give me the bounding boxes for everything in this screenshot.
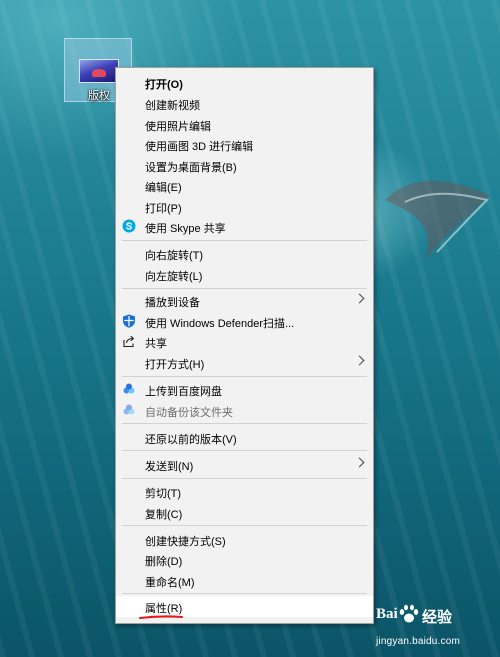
- menu-item-auto-backup-folder[interactable]: 自动备份该文件夹: [116, 400, 373, 421]
- watermark-brand-cn: 经验: [422, 609, 453, 626]
- menu-item-cut[interactable]: 剪切(T): [116, 481, 373, 502]
- menu-separator: [122, 376, 367, 377]
- menu-item-label: 上传到百度网盘: [145, 386, 222, 398]
- menu-separator: [122, 423, 367, 424]
- skype-icon: [122, 219, 136, 233]
- baidu-netdisk-icon: [123, 383, 135, 394]
- chevron-right-icon: [354, 457, 365, 468]
- menu-item-label: 向左旋转(L): [145, 271, 203, 283]
- wallpaper-floating-fabric: [385, 180, 490, 260]
- baidu-paw-icon: [399, 604, 419, 623]
- menu-item-create-video[interactable]: 创建新视频: [116, 93, 373, 114]
- menu-item-properties[interactable]: 属性(R): [116, 596, 373, 617]
- menu-item-edit-with-photos[interactable]: 使用照片编辑: [116, 114, 373, 135]
- menu-item-label: 打印(P): [145, 203, 182, 215]
- menu-item-copy[interactable]: 复制(C): [116, 502, 373, 523]
- menu-item-upload-baidu-netdisk[interactable]: 上传到百度网盘: [116, 379, 373, 400]
- menu-item-label: 使用照片编辑: [145, 121, 211, 133]
- menu-item-defender-scan[interactable]: 使用 Windows Defender扫描...: [116, 311, 373, 332]
- share-icon: [123, 335, 135, 348]
- menu-item-label: 向右旋转(T): [145, 250, 204, 262]
- menu-item-set-desktop-background[interactable]: 设置为桌面背景(B): [116, 155, 373, 176]
- chevron-right-icon: [354, 355, 365, 366]
- menu-item-label: 打开(O): [145, 79, 183, 91]
- menu-item-label: 复制(C): [145, 509, 183, 521]
- menu-item-label: 剪切(T): [145, 488, 182, 500]
- menu-item-print[interactable]: 打印(P): [116, 196, 373, 217]
- menu-item-label: 编辑(E): [145, 182, 182, 194]
- menu-item-share[interactable]: 共享: [116, 331, 373, 352]
- context-menu: 打开(O) 创建新视频 使用照片编辑 使用画图 3D 进行编辑 设置为桌面背景(…: [115, 67, 374, 624]
- menu-item-open-with[interactable]: 打开方式(H): [116, 352, 373, 373]
- menu-item-rotate-right[interactable]: 向右旋转(T): [116, 243, 373, 264]
- image-file-icon: [79, 59, 119, 83]
- defender-shield-icon: [123, 314, 135, 328]
- baidu-jingyan-watermark: Bai 经验 jingyan.baidu.com: [376, 604, 486, 650]
- menu-separator: [122, 525, 367, 526]
- menu-item-delete[interactable]: 删除(D): [116, 549, 373, 570]
- menu-item-edit-with-paint3d[interactable]: 使用画图 3D 进行编辑: [116, 134, 373, 155]
- baidu-netdisk-icon: [123, 404, 135, 415]
- menu-item-label: 共享: [145, 338, 167, 350]
- watermark-brand-latin: Bai: [376, 606, 398, 622]
- menu-item-edit[interactable]: 编辑(E): [116, 175, 373, 196]
- menu-item-label: 设置为桌面背景(B): [145, 162, 237, 174]
- menu-item-label: 使用 Skype 共享: [145, 223, 226, 235]
- menu-separator: [122, 478, 367, 479]
- menu-item-label: 属性(R): [145, 603, 183, 615]
- menu-item-label: 打开方式(H): [145, 359, 205, 371]
- menu-item-label: 创建新视频: [145, 100, 200, 112]
- menu-item-share-skype[interactable]: 使用 Skype 共享: [116, 216, 373, 237]
- annotation-underline: [139, 615, 183, 619]
- menu-separator: [122, 593, 367, 594]
- menu-separator: [122, 450, 367, 451]
- menu-item-send-to[interactable]: 发送到(N): [116, 454, 373, 475]
- menu-item-label: 重命名(M): [145, 577, 195, 589]
- menu-item-cast-to-device[interactable]: 播放到设备: [116, 290, 373, 311]
- menu-item-label: 使用 Windows Defender扫描...: [145, 318, 295, 330]
- menu-separator: [122, 288, 367, 289]
- menu-item-label: 删除(D): [145, 556, 183, 568]
- menu-item-rotate-left[interactable]: 向左旋转(L): [116, 264, 373, 285]
- menu-item-create-shortcut[interactable]: 创建快捷方式(S): [116, 529, 373, 550]
- watermark-url: jingyan.baidu.com: [376, 636, 461, 647]
- menu-item-label: 自动备份该文件夹: [145, 407, 233, 419]
- menu-separator: [122, 240, 367, 241]
- menu-item-restore-previous-versions[interactable]: 还原以前的版本(V): [116, 427, 373, 448]
- menu-item-label: 还原以前的版本(V): [145, 434, 237, 446]
- menu-item-label: 创建快捷方式(S): [145, 536, 226, 548]
- menu-item-rename[interactable]: 重命名(M): [116, 570, 373, 591]
- menu-item-label: 使用画图 3D 进行编辑: [145, 141, 254, 153]
- menu-item-open[interactable]: 打开(O): [116, 72, 373, 93]
- menu-item-label: 播放到设备: [145, 297, 200, 309]
- chevron-right-icon: [354, 293, 365, 304]
- menu-item-label: 发送到(N): [145, 461, 194, 473]
